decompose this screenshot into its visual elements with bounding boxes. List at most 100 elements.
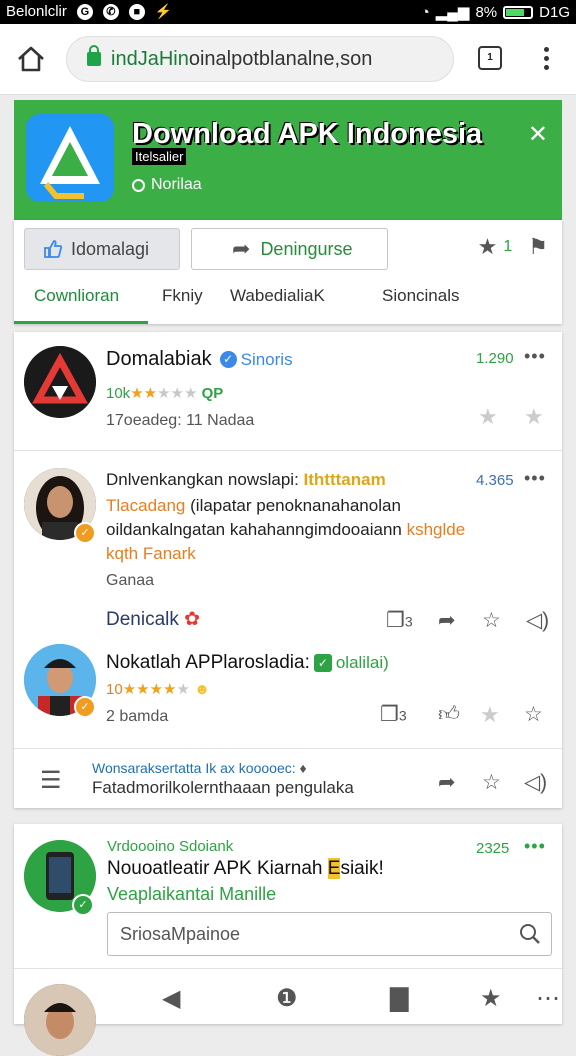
browser-toolbar: indJaHinoinalpotblanalne,son 1 [0, 24, 576, 95]
star-empty-icon: ★ [176, 681, 190, 698]
activity-icon: ⚡ [154, 3, 173, 19]
verified-badge-icon: ✓ [74, 696, 96, 718]
star-filled-icon: ★ [136, 681, 150, 698]
back-icon[interactable]: ◀ [162, 984, 180, 1013]
star-icon[interactable]: ☆ [482, 772, 501, 794]
article-kicker: Vrdoooino Sdoiank [107, 838, 234, 855]
avatar[interactable] [24, 346, 96, 418]
more-options-icon[interactable]: ⋯ [536, 984, 560, 1013]
more-options-icon[interactable]: ••• [524, 468, 546, 489]
notification-icon: ■ [128, 3, 145, 20]
app-logo[interactable] [26, 114, 114, 202]
close-icon[interactable]: ✕ [528, 120, 548, 149]
check-icon: ✓ [313, 653, 332, 672]
star-outline-icon[interactable]: ★ [524, 406, 546, 428]
volume-icon[interactable]: ◁) [524, 772, 547, 794]
more-options-icon[interactable]: ••• [524, 836, 546, 857]
actions-card: Idomalagi ➦ Deningurse ★ 1 ⚑ Cownlioran … [14, 220, 562, 324]
star-empty-icon: ★ [157, 385, 171, 402]
tab-bar: Cownlioran Fkniy WabedialiaK Sioncinals [14, 280, 562, 324]
download-count: 1.290 [476, 350, 514, 367]
clock: D1G [539, 3, 570, 21]
wifi-icon: ◔ [420, 3, 430, 21]
search-icon [520, 924, 540, 944]
star-icon[interactable]: ☆ [524, 704, 543, 726]
item-meta: 17oeadeg: 11 Nadaa [106, 412, 255, 429]
battery-percent: 8% [475, 3, 498, 21]
star-outline-icon[interactable]: ★ [478, 406, 500, 428]
share-icon[interactable]: ➦ [438, 772, 456, 794]
post-title[interactable]: Dnlvenkangkan nowslapi: Ithtttanam [106, 468, 486, 492]
star-filled-icon: ★ [143, 385, 158, 402]
divider [14, 748, 562, 749]
banner-tag: Norilaa [132, 176, 202, 194]
verified-icon: ✓ [219, 351, 237, 369]
comment-icon[interactable]: ❐3 [386, 609, 413, 632]
tab-family[interactable]: Fkniy [162, 286, 203, 306]
tab-media[interactable]: WabedialiaK [230, 286, 325, 306]
share-icon[interactable]: ➦ [438, 610, 456, 632]
thumbs-up-icon[interactable]: 👍︎ [438, 704, 460, 726]
article-count: 2325 [476, 840, 510, 857]
bottom-navigation: ◀ ❶ ▇ ★ ⋯ [100, 970, 576, 1024]
active-tab-indicator [14, 321, 148, 324]
bookmark-icon[interactable]: ⚑ [528, 234, 548, 260]
divider [14, 450, 562, 451]
article-sub: Veaplaikantai Manille [107, 884, 277, 904]
footer-body: Fatadmorilkolernthaaan pengulaka [92, 778, 354, 797]
signal-icon: ▂▄▆ [435, 4, 470, 21]
post-count: 4.365 [476, 472, 514, 489]
status-bar: Belonlclir G ✆ ■ ⚡ ◔ ▂▄▆ 8% D1G [0, 0, 576, 24]
banner-title: Download APK Indonesia [132, 118, 483, 150]
url-text[interactable]: indJaHinoinalpotblanalne,son [111, 48, 372, 71]
tab-collections[interactable]: Sioncinals [382, 286, 460, 306]
rating-row: 10k★★★★★ QP [106, 385, 224, 402]
tag-icon: ♦ [299, 760, 307, 776]
divider [14, 968, 562, 969]
star-outline-icon[interactable]: ★ [480, 704, 502, 726]
star-empty-icon: ★ [170, 385, 184, 402]
star-count: 1 [503, 238, 513, 255]
rating-row: 10★★★★★ ☻ [106, 681, 210, 698]
download-button[interactable]: Idomalagi [24, 228, 180, 270]
item-meta: 2 bamda [106, 708, 169, 725]
carrier-label: Belonlclir [6, 3, 67, 20]
tab-download[interactable]: Cownlioran [34, 286, 119, 306]
article-headline[interactable]: Nouoatleatir APK Kiarnah Esiaik! [107, 858, 384, 880]
tab-switcher-icon[interactable]: 1 [478, 46, 502, 70]
home-icon[interactable] [16, 44, 46, 74]
circle-icon [132, 178, 145, 192]
comment-icon[interactable]: ❐3 [380, 703, 407, 726]
check-badge-icon: ✓ [72, 894, 94, 916]
post-body: Tlacadang (ilapatar penoknanahanolan oil… [106, 496, 466, 563]
post-caption: Ganaa [106, 572, 155, 589]
item-title[interactable]: Nokatlah APPlarosladia: ✓ olalilai) [106, 652, 389, 674]
rating-stars: ★★★★★ [123, 681, 190, 698]
address-bar[interactable]: indJaHinoinalpotblanalne,son [66, 36, 454, 82]
battery-icon [503, 5, 534, 19]
whatsapp-icon: ✆ [102, 3, 119, 20]
chat-icon[interactable]: ▇ [390, 984, 408, 1013]
app-banner: Download APK Indonesia Itelsalier Norila… [14, 100, 562, 220]
star-filled-icon: ★ [122, 681, 137, 698]
star-filled-icon: ★ [130, 385, 144, 402]
search-input[interactable]: SriosaMpainoe [107, 912, 552, 956]
rating-stars: ★★★★★ [130, 385, 197, 402]
publisher-name[interactable]: Domalabiak ✓ Sinoris [106, 348, 293, 371]
footer-title[interactable]: Wonsaraksertatta Ik ax kooooec: ♦ [92, 760, 307, 776]
share-arrow-icon: ➦ [232, 236, 251, 261]
avatar[interactable] [24, 984, 96, 1056]
share-button[interactable]: ➦ Deningurse [191, 228, 388, 270]
volume-icon[interactable]: ◁) [526, 610, 549, 632]
list-icon: ☰ [40, 767, 62, 794]
overflow-menu-icon[interactable] [538, 44, 554, 74]
star-icon[interactable]: ★ [480, 984, 502, 1013]
star-empty-icon: ★ [184, 385, 198, 402]
star-icon[interactable]: ☆ [482, 610, 501, 632]
star-icon[interactable]: ★ [478, 234, 498, 260]
thumbs-up-icon [44, 240, 63, 258]
sync-icon: G [76, 3, 93, 20]
post-author[interactable]: Denicalk ✿ [106, 608, 200, 631]
more-options-icon[interactable]: ••• [524, 346, 546, 367]
info-icon[interactable]: ❶ [276, 984, 298, 1013]
